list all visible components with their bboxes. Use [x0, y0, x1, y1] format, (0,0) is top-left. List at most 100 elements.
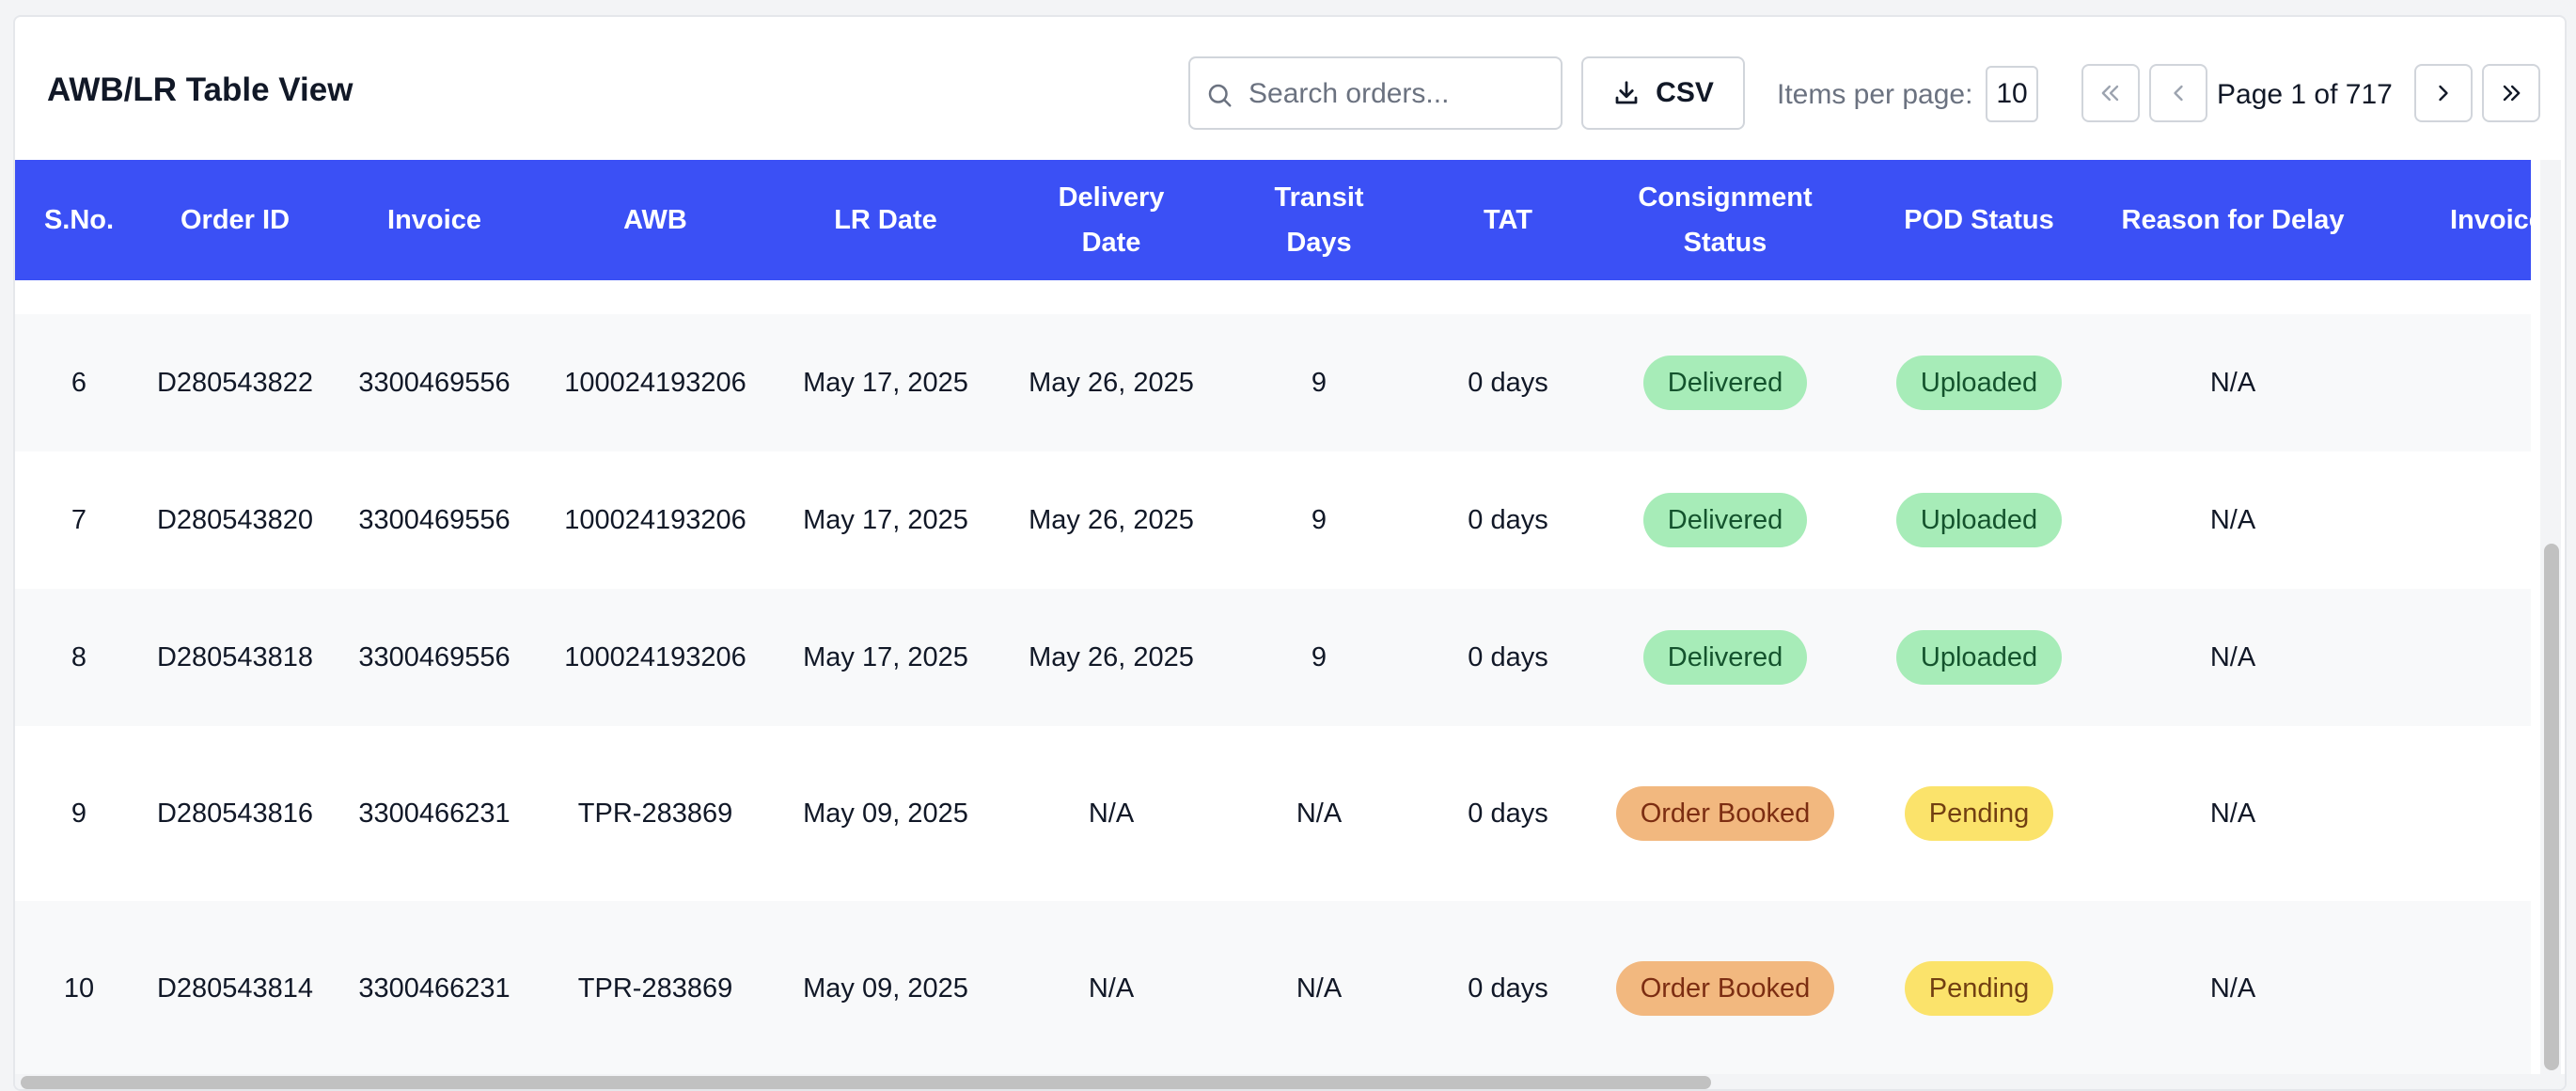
cell-transit-days: N/A	[1296, 798, 1343, 829]
cell-sno: 10	[63, 972, 95, 1004]
cell-awb: 100024193206	[564, 641, 746, 672]
cell-pod-status: Pending	[1852, 901, 2106, 1076]
cell-transit-days: 9	[1311, 504, 1327, 535]
search-input[interactable]	[1247, 73, 1551, 115]
cell-delivery-date: N/A	[1088, 972, 1135, 1004]
column-header-order-id[interactable]: Order ID	[143, 160, 327, 280]
search-box[interactable]	[1188, 56, 1563, 130]
cell-pod-status: Uploaded	[1852, 451, 2106, 589]
table-row[interactable]: 10 D280543814 3300466231 TPR-283869 May …	[15, 901, 2531, 1078]
cell-pod-status: Uploaded	[1852, 589, 2106, 726]
pod-badge: Uploaded	[1895, 356, 2063, 410]
cell-lr-date: May 09, 2025	[803, 972, 968, 1004]
cell-order-id: D280543814	[156, 972, 314, 1004]
cell-order-id: D280543822	[156, 367, 314, 398]
cell-pod-status: Uploaded	[1852, 314, 2106, 451]
cell-lr-date: May 17, 2025	[803, 504, 968, 535]
pod-badge: Pending	[1904, 786, 2054, 841]
cell-consignment-status: Delivered	[1598, 314, 1852, 451]
chevrons-left-icon	[2101, 85, 2119, 102]
cell-reason: N/A	[2209, 798, 2256, 829]
previous-page-button[interactable]	[2149, 64, 2207, 122]
table-header: S.No. Order ID Invoice AWB LR Date Deliv…	[15, 160, 2531, 280]
table-row[interactable]: 8 D280543818 3300469556 100024193206 May…	[15, 589, 2531, 728]
cell-tat: 0 days	[1468, 504, 1548, 535]
vertical-scrollbar-thumb[interactable]	[2544, 544, 2559, 1070]
cell-awb: TPR-283869	[577, 798, 733, 829]
column-header-invoice[interactable]: Invoice	[327, 160, 542, 280]
cell-tat: 0 days	[1468, 641, 1548, 672]
csv-label: CSV	[1656, 77, 1714, 108]
column-header-tat[interactable]: TAT	[1418, 160, 1598, 280]
next-page-button[interactable]	[2414, 64, 2473, 122]
cell-invoice: 3300466231	[358, 972, 510, 1004]
cell-sno: 9	[71, 798, 87, 829]
pod-badge: Uploaded	[1895, 630, 2063, 685]
cell-sno: 8	[71, 641, 87, 672]
cell-transit-days: N/A	[1296, 972, 1343, 1004]
pod-badge: Uploaded	[1895, 493, 2063, 547]
table-row[interactable]: 9 D280543816 3300466231 TPR-283869 May 0…	[15, 726, 2531, 903]
cell-consignment-status: Order Booked	[1598, 901, 1852, 1076]
first-page-button[interactable]	[2081, 64, 2140, 122]
cell-tat: 0 days	[1468, 367, 1548, 398]
cell-order-id: D280543816	[156, 798, 314, 829]
column-header-awb[interactable]: AWB	[542, 160, 769, 280]
table-row[interactable]: 6 D280543822 3300469556 100024193206 May…	[15, 314, 2531, 453]
cell-reason: N/A	[2209, 367, 2256, 398]
cell-sno: 6	[71, 367, 87, 398]
orders-table: S.No. Order ID Invoice AWB LR Date Deliv…	[15, 147, 2531, 1078]
cell-awb: 100024193206	[564, 504, 746, 535]
cell-invoice: 3300469556	[358, 504, 510, 535]
cell-pod-status: Pending	[1852, 726, 2106, 901]
cell-awb: 100024193206	[564, 367, 746, 398]
column-header-pod-status[interactable]: POD Status	[1852, 160, 2106, 280]
status-badge: Order Booked	[1615, 786, 1835, 841]
status-badge: Delivered	[1642, 356, 1808, 410]
page-title: AWB/LR Table View	[47, 71, 353, 108]
cell-invoice: 3300469556	[358, 367, 510, 398]
cell-transit-days: 9	[1311, 367, 1327, 398]
column-header-consignment-status[interactable]: Consignment Status	[1598, 160, 1852, 280]
chevron-left-icon	[2174, 85, 2183, 102]
cell-lr-date: May 09, 2025	[803, 798, 968, 829]
cell-reason: N/A	[2209, 972, 2256, 1004]
csv-export-button[interactable]: CSV	[1581, 56, 1745, 130]
cell-reason: N/A	[2209, 641, 2256, 672]
column-header-reason-for-delay[interactable]: Reason for Delay	[2106, 160, 2360, 280]
search-icon	[1208, 84, 1232, 107]
download-icon	[1615, 81, 1638, 104]
cell-invoice: 3300469556	[358, 641, 510, 672]
column-header-lr-date[interactable]: LR Date	[769, 160, 1002, 280]
cell-delivery-date: May 26, 2025	[1029, 367, 1194, 398]
column-header-sno[interactable]: S.No.	[15, 160, 143, 280]
cell-reason: N/A	[2209, 504, 2256, 535]
cell-delivery-date: May 26, 2025	[1029, 641, 1194, 672]
cell-consignment-status: Delivered	[1598, 589, 1852, 726]
last-page-button[interactable]	[2482, 64, 2540, 122]
cell-consignment-status: Delivered	[1598, 451, 1852, 589]
cell-tat: 0 days	[1468, 972, 1548, 1004]
page-indicator: Page 1 of 717	[2217, 79, 2393, 110]
cell-invoice: 3300466231	[358, 798, 510, 829]
cell-tat: 0 days	[1468, 798, 1548, 829]
column-header-invoice-2[interactable]: Invoice	[2450, 160, 2531, 280]
cell-awb: TPR-283869	[577, 972, 733, 1004]
table-card: AWB/LR Table View CSV Items per page: 10…	[13, 15, 2567, 1091]
cell-consignment-status: Order Booked	[1598, 726, 1852, 901]
column-header-transit-days[interactable]: Transit Days	[1220, 160, 1418, 280]
items-per-page-label: Items per page:	[1777, 79, 1973, 110]
column-header-delivery-date[interactable]: Delivery Date	[1002, 160, 1220, 280]
table-row[interactable]: 7 D280543820 3300469556 100024193206 May…	[15, 451, 2531, 591]
chevron-right-icon	[2439, 85, 2448, 102]
cell-sno: 7	[71, 504, 87, 535]
cell-order-id: D280543820	[156, 504, 314, 535]
items-per-page-select[interactable]: 10	[1986, 66, 2038, 122]
status-badge: Order Booked	[1615, 961, 1835, 1016]
cell-order-id: D280543818	[156, 641, 314, 672]
cell-lr-date: May 17, 2025	[803, 367, 968, 398]
pod-badge: Pending	[1904, 961, 2054, 1016]
status-badge: Delivered	[1642, 630, 1808, 685]
cell-lr-date: May 17, 2025	[803, 641, 968, 672]
status-badge: Delivered	[1642, 493, 1808, 547]
